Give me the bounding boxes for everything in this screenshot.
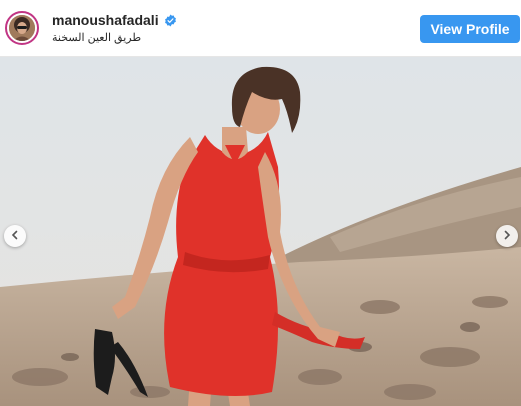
post-location[interactable]: طريق العين السخنة [52, 31, 141, 44]
prev-photo-button[interactable] [4, 225, 26, 247]
photo-illustration [0, 57, 521, 406]
verified-badge-icon [164, 14, 177, 27]
avatar[interactable] [5, 11, 39, 45]
username[interactable]: manoushafadali [52, 12, 159, 28]
next-photo-button[interactable] [496, 225, 518, 247]
post-header: manoushafadali طريق العين السخنة View Pr… [0, 0, 521, 57]
avatar-image [9, 15, 35, 41]
chevron-right-icon [502, 227, 512, 245]
view-profile-button[interactable]: View Profile [420, 15, 520, 43]
chevron-left-icon [10, 227, 20, 245]
username-row: manoushafadali [52, 12, 177, 28]
post-photo[interactable] [0, 57, 521, 406]
